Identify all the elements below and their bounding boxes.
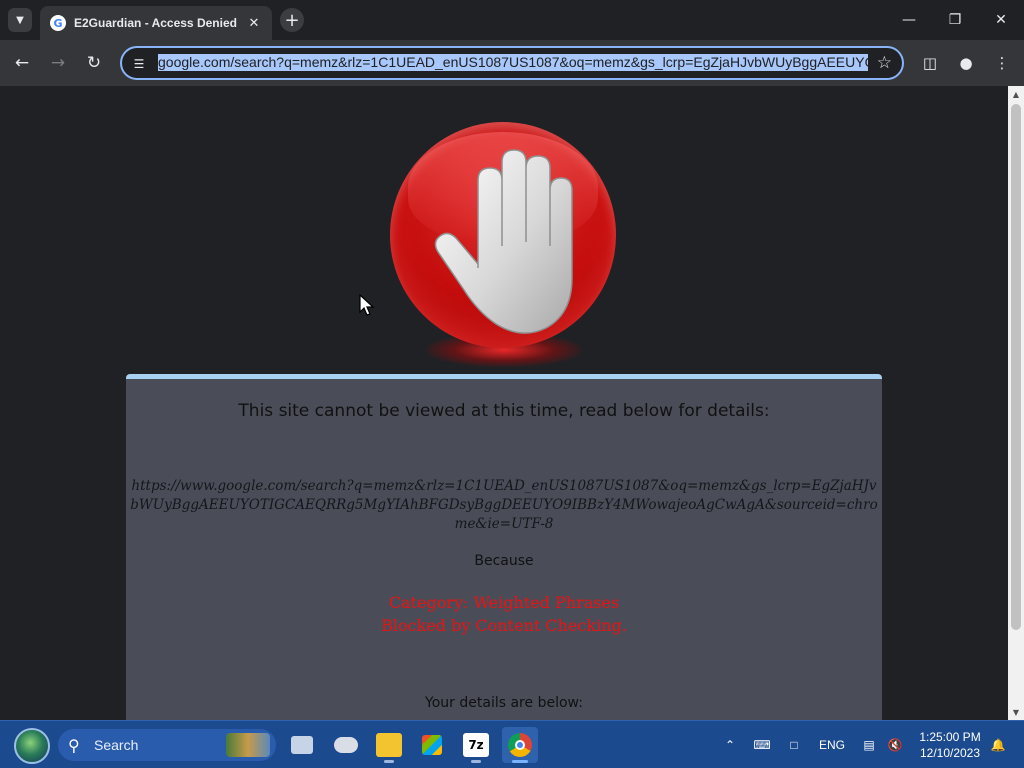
- tab-title: E2Guardian - Access Denied: [74, 16, 237, 30]
- volume-muted-icon[interactable]: 🔇: [884, 721, 906, 768]
- plus-icon: +: [284, 9, 300, 31]
- minimize-icon: —: [902, 12, 916, 28]
- close-icon: ✕: [995, 12, 1007, 28]
- kebab-menu-icon: ⋮: [994, 54, 1010, 72]
- stop-hand-icon: [386, 118, 622, 368]
- scroll-up-icon[interactable]: ▲: [1008, 86, 1024, 102]
- google-favicon-icon: G: [50, 15, 66, 31]
- block-method: Blocked by Content Checking.: [381, 616, 627, 635]
- hand-shape: [434, 149, 573, 334]
- minimize-button[interactable]: —: [886, 0, 932, 40]
- weather-button[interactable]: [328, 727, 364, 763]
- close-window-button[interactable]: ✕: [978, 0, 1024, 40]
- tab-search-button[interactable]: ▼: [8, 8, 32, 32]
- reload-button[interactable]: ↻: [80, 49, 108, 77]
- block-heading: This site cannot be viewed at this time,…: [238, 401, 770, 421]
- clock-time: 1:25:00 PM: [919, 730, 981, 744]
- title-bar: ▼ G E2Guardian - Access Denied ✕ + — ❐ ✕: [0, 0, 1024, 40]
- profile-icon: ●: [959, 54, 973, 72]
- touchpad-icon[interactable]: □: [782, 721, 806, 768]
- browser-toolbar: ← → ↻ ☰ google.com/search?q=memz&rlz=1C1…: [0, 40, 1024, 86]
- task-view-button[interactable]: [284, 727, 320, 763]
- scroll-thumb[interactable]: [1011, 104, 1021, 630]
- show-hidden-icons-button[interactable]: ⌃: [720, 721, 740, 768]
- arrow-left-icon: ←: [14, 53, 30, 73]
- file-explorer-button[interactable]: [371, 727, 407, 763]
- address-bar-url[interactable]: google.com/search?q=memz&rlz=1C1UEAD_enU…: [158, 54, 868, 74]
- because-label: Because: [474, 553, 534, 569]
- search-label: Search: [94, 737, 139, 753]
- mouse-cursor-icon: [359, 294, 375, 316]
- system-clock[interactable]: 1:25:00 PM 12/10/2023: [912, 729, 988, 761]
- restore-icon: ❐: [948, 12, 962, 28]
- language-indicator[interactable]: ENG: [814, 721, 850, 768]
- tune-icon[interactable]: ☰: [130, 55, 148, 73]
- search-icon: ⚲: [68, 735, 80, 755]
- taskbar: ⚲ Search 7z ⌃ ⌨ □ ENG ▤ 🔇 1:25:00 PM 12/…: [0, 720, 1024, 768]
- close-icon[interactable]: ✕: [246, 16, 262, 31]
- start-button[interactable]: [14, 728, 50, 764]
- weather-icon: [334, 737, 358, 753]
- clock-date: 12/10/2023: [919, 746, 981, 760]
- page-scrollbar[interactable]: ▲ ▼: [1008, 86, 1024, 720]
- store-icon: [422, 735, 442, 755]
- forward-button[interactable]: →: [44, 49, 72, 77]
- blocked-url: https://www.google.com/search?q=memz&rlz…: [130, 478, 878, 532]
- file-explorer-icon: [376, 733, 402, 757]
- menu-button[interactable]: ⋮: [988, 49, 1016, 77]
- keyboard-icon[interactable]: ⌨: [750, 721, 774, 768]
- side-panel-button[interactable]: ◫: [916, 49, 944, 77]
- block-reason: Category: Weighted Phrases Blocked by Co…: [126, 591, 882, 637]
- arrow-right-icon: →: [50, 53, 66, 73]
- side-panel-icon: ◫: [922, 54, 938, 72]
- search-highlight-icon: [226, 733, 270, 757]
- chevron-up-icon: ⌃: [724, 738, 736, 752]
- chrome-button[interactable]: [502, 727, 538, 763]
- chrome-icon: [508, 733, 532, 757]
- store-button[interactable]: [414, 727, 450, 763]
- chevron-down-icon: ▼: [16, 14, 24, 26]
- details-label: Your details are below:: [425, 695, 583, 711]
- restore-button[interactable]: ❐: [932, 0, 978, 40]
- block-category: Category: Weighted Phrases: [388, 593, 620, 612]
- scroll-down-icon[interactable]: ▼: [1008, 704, 1024, 720]
- block-details-panel: This site cannot be viewed at this time,…: [126, 374, 882, 720]
- network-icon[interactable]: ▤: [858, 721, 880, 768]
- 7zip-button[interactable]: 7z: [458, 727, 494, 763]
- tab-access-denied[interactable]: G E2Guardian - Access Denied ✕: [40, 6, 272, 40]
- 7zip-icon: 7z: [463, 733, 489, 757]
- notification-bell-icon[interactable]: 🔔: [988, 721, 1008, 768]
- new-tab-button[interactable]: +: [280, 8, 304, 32]
- star-icon[interactable]: ☆: [877, 53, 892, 73]
- profile-button[interactable]: ●: [952, 49, 980, 77]
- page-content: This site cannot be viewed at this time,…: [0, 86, 1008, 720]
- taskbar-search[interactable]: ⚲ Search: [58, 729, 276, 761]
- task-view-icon: [291, 736, 313, 754]
- back-button[interactable]: ←: [8, 49, 36, 77]
- reload-icon: ↻: [86, 53, 102, 73]
- address-bar[interactable]: ☰ google.com/search?q=memz&rlz=1C1UEAD_e…: [120, 46, 904, 80]
